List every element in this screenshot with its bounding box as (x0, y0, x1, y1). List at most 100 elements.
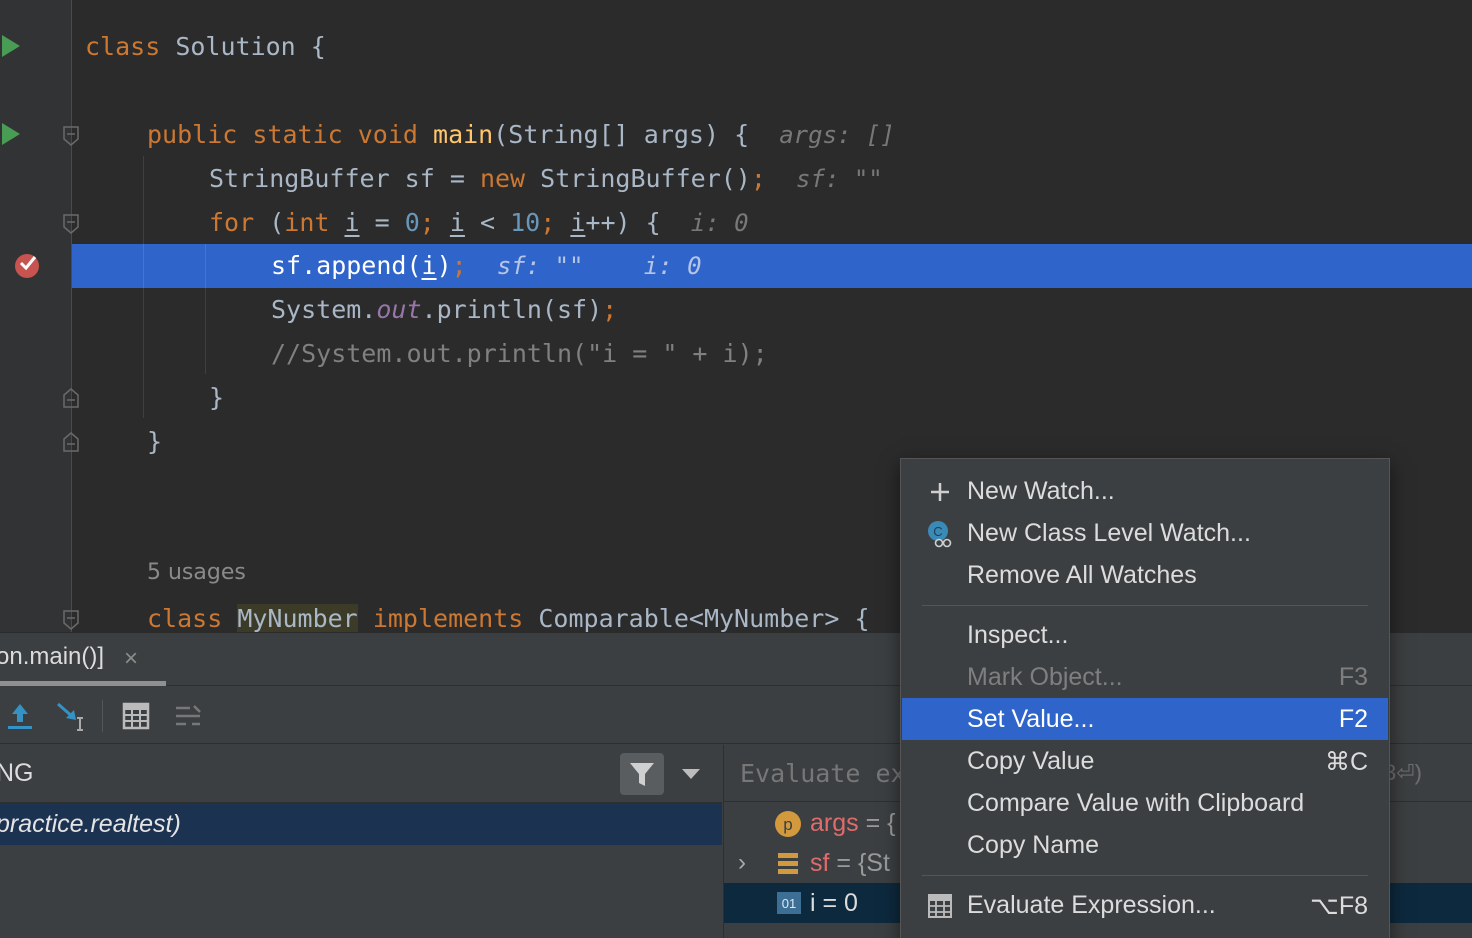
variable-label: sf = {St (810, 849, 890, 878)
menu-item-label: New Class Level Watch... (967, 519, 1251, 547)
variable-value: = 0 (815, 889, 858, 917)
menu-separator (922, 875, 1368, 876)
semicolon: ; (451, 251, 467, 280)
code-text: StringBuffer() (525, 164, 751, 193)
variable-value: = { (858, 809, 896, 837)
class-watch-icon: C (928, 521, 952, 548)
static-field: out (376, 295, 422, 324)
breakpoint-check-icon[interactable] (13, 251, 41, 279)
menu-item-set-value[interactable]: Set Value... F2 (902, 698, 1388, 740)
primitive-icon: 01 (777, 892, 801, 914)
filter-icon (630, 763, 654, 786)
semicolon: ; (540, 208, 556, 237)
keyword: class (85, 32, 161, 61)
svg-text:C: C (933, 524, 942, 539)
menu-item-label: Evaluate Expression... (967, 891, 1216, 919)
variable-label: args = { (810, 809, 895, 838)
code-text: } (147, 427, 163, 456)
loop-variable: i (344, 208, 360, 237)
inline-value-hint: sf: "" (796, 165, 883, 193)
chevron-down-icon[interactable] (682, 769, 700, 779)
keyword: implements (372, 604, 524, 632)
keyword: void (357, 120, 418, 149)
inline-value-hint: i: 0 (690, 209, 749, 237)
trace-stream-icon[interactable] (170, 698, 206, 734)
run-main-icon[interactable] (2, 123, 20, 145)
fold-end-icon[interactable] (62, 432, 80, 452)
evaluate-placeholder: Evaluate ex (740, 759, 906, 788)
code-line-class[interactable]: class Solution { (85, 25, 326, 69)
debug-session-tab[interactable]: on.main()] (0, 643, 104, 671)
step-out-icon[interactable] (2, 698, 38, 734)
menu-item-inspect[interactable]: Inspect... (902, 614, 1388, 656)
code-text: StringBuffer sf = (209, 164, 480, 193)
menu-item-label: Compare Value with Clipboard (967, 789, 1305, 817)
plus-icon (931, 483, 949, 501)
indent-guide (143, 244, 144, 288)
gutter-divider (71, 0, 72, 632)
loop-variable: i (449, 208, 465, 237)
menu-item-remove-all-watches[interactable]: Remove All Watches (902, 554, 1388, 596)
evaluate-expression-icon[interactable] (118, 698, 154, 734)
object-icon (778, 853, 798, 874)
code-text: < (464, 208, 511, 237)
code-text: System. (271, 295, 377, 324)
code-line-mynumber[interactable]: class MyNumber implements Comparable<MyN… (147, 597, 870, 632)
code-line-stringbuffer[interactable]: StringBuffer sf = new StringBuffer(); sf… (209, 157, 883, 201)
menu-item-shortcut: F3 (1338, 663, 1368, 691)
menu-item-evaluate-expression[interactable]: Evaluate Expression... ⌥F8 (902, 884, 1388, 926)
thread-selector[interactable]: NG (0, 759, 34, 788)
fold-end-icon[interactable] (62, 388, 80, 408)
keyword: class (147, 604, 223, 632)
svg-text:p: p (783, 815, 792, 834)
menu-item-new-class-level-watch[interactable]: C New Class Level Watch... (902, 512, 1388, 554)
code-line-println[interactable]: System.out.println(sf); (271, 288, 617, 332)
fold-icon[interactable] (62, 610, 80, 630)
calculator-icon (928, 894, 952, 918)
run-class-icon[interactable] (2, 35, 20, 57)
loop-variable: i (570, 208, 586, 237)
number-literal: 10 (510, 208, 541, 237)
keyword: public (147, 120, 238, 149)
fold-icon[interactable] (62, 214, 80, 234)
inline-value-hint: sf: "" (496, 252, 584, 280)
fold-icon[interactable] (62, 126, 80, 146)
code-line-append[interactable]: sf.append(i); sf: "" i: 0 (271, 244, 702, 288)
menu-item-label: Inspect... (967, 621, 1069, 649)
menu-item-compare-clipboard[interactable]: Compare Value with Clipboard (902, 782, 1388, 824)
run-to-cursor-icon[interactable] (54, 698, 90, 734)
expand-arrow-icon[interactable]: › (738, 849, 746, 877)
menu-item-shortcut: ⌘C (1324, 748, 1368, 776)
number-literal: 0 (404, 208, 420, 237)
indent-guide (205, 244, 206, 288)
code-line-for[interactable]: for (int i = 0; i < 10; i++) { i: 0 (209, 201, 749, 245)
editor-gutter[interactable] (0, 0, 72, 632)
code-text: ) (436, 251, 452, 280)
code-line-main[interactable]: public static void main(String[] args) {… (147, 113, 895, 157)
menu-item-label: Mark Object... (967, 663, 1123, 691)
menu-item-shortcut: ⌥F8 (1310, 892, 1368, 920)
code-line-close-main[interactable]: } (147, 420, 162, 464)
parameter-icon: p (775, 811, 801, 837)
context-menu[interactable]: New Watch... C New Class Level Watch... … (900, 458, 1390, 938)
close-tab-icon[interactable]: × (124, 645, 138, 673)
stack-frame-label: practice.realtest) (0, 810, 181, 838)
keyword: int (284, 208, 330, 237)
menu-item-copy-value[interactable]: Copy Value ⌘C (902, 740, 1388, 782)
keyword: for (209, 208, 255, 237)
stack-frame-row[interactable]: practice.realtest) (0, 803, 722, 845)
menu-item-label: Set Value... (967, 705, 1095, 733)
code-line-comment[interactable]: //System.out.println("i = " + i); (271, 332, 768, 376)
variable-label: i = 0 (810, 889, 858, 918)
menu-item-new-watch[interactable]: New Watch... (902, 470, 1388, 512)
code-text: ++) { (585, 208, 661, 237)
code-text: } (209, 383, 225, 412)
code-line-close-for[interactable]: } (209, 376, 224, 420)
variable-name: args (810, 809, 859, 837)
menu-item-copy-name[interactable]: Copy Name (902, 824, 1388, 866)
keyword: new (479, 164, 526, 193)
semicolon: ; (419, 208, 435, 237)
class-name: Solution { (160, 32, 326, 61)
usages-hint[interactable]: 5 usages (147, 560, 246, 585)
filter-button[interactable] (620, 753, 664, 795)
